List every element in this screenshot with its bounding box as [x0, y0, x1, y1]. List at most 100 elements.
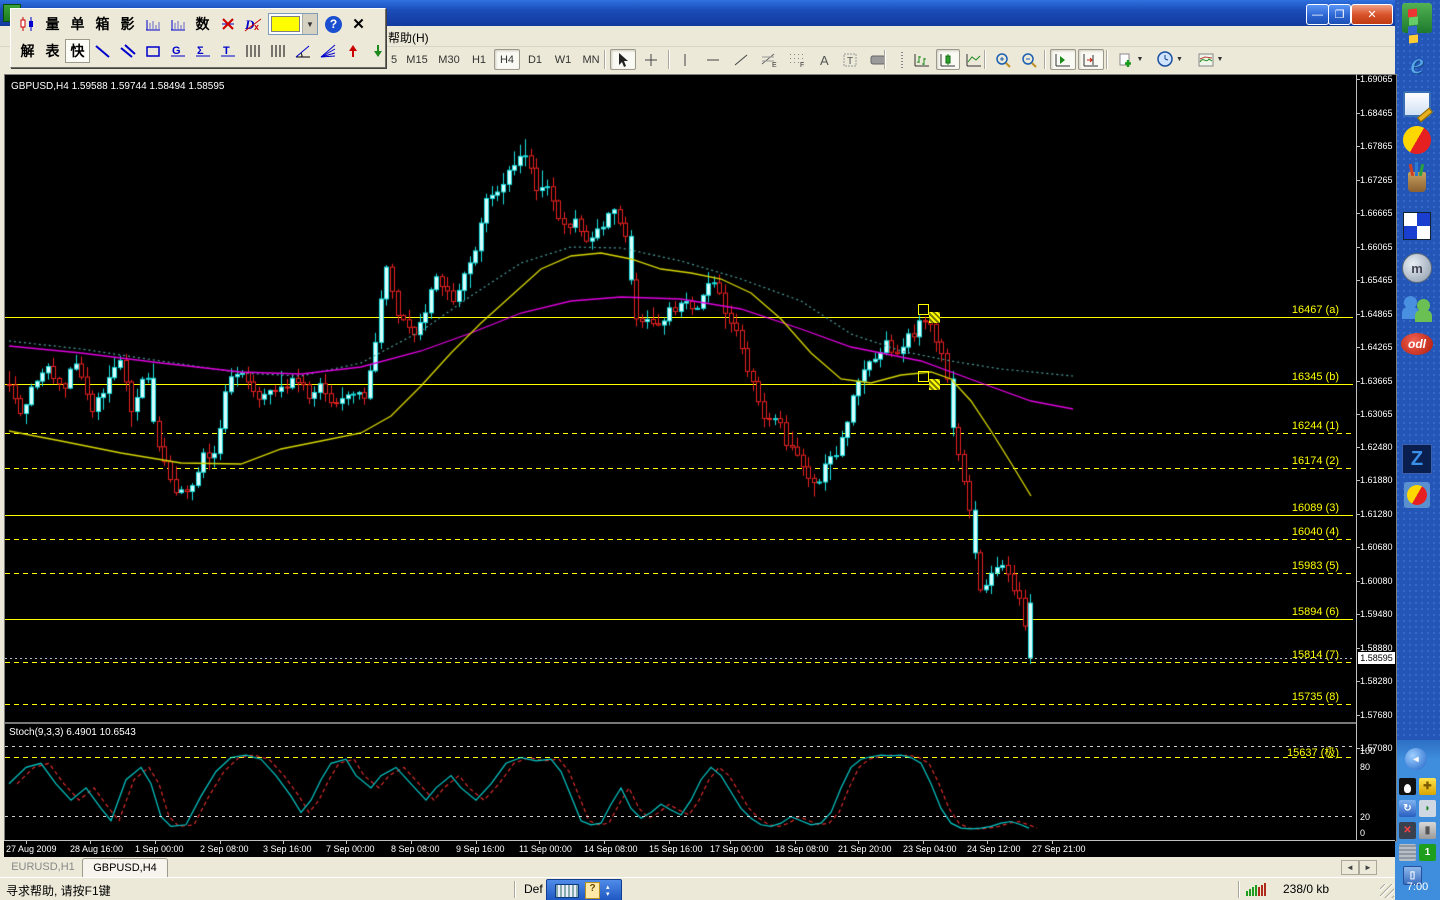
hline-tool[interactable]: [700, 49, 726, 70]
pattern-candles-icon[interactable]: [15, 12, 40, 36]
price-axis[interactable]: 1.69065 1.68465 1.67865 1.67265 1.66665 1.660…: [1356, 74, 1397, 842]
channel-icon[interactable]: [115, 39, 140, 63]
templates-button[interactable]: ▼: [1112, 49, 1148, 70]
timeframe-d1[interactable]: D1: [522, 49, 548, 70]
fib-timezones-icon[interactable]: [240, 39, 265, 63]
line-chart-button[interactable]: [962, 49, 986, 70]
tab-eurusd-h1[interactable]: EURUSD,H1: [6, 858, 80, 876]
green-one-icon[interactable]: 1: [1419, 844, 1436, 861]
rectangle-icon[interactable]: [140, 39, 165, 63]
shield-icon[interactable]: ✚: [1419, 778, 1436, 795]
explain-button[interactable]: 解: [15, 39, 40, 63]
panel-separator[interactable]: [5, 722, 1357, 724]
timeframe-mn[interactable]: MN: [578, 49, 604, 70]
comment-tool[interactable]: [864, 49, 892, 70]
fibonacci-tool[interactable]: E: [756, 49, 782, 70]
chart-canvas-area[interactable]: 16467 (a)16345 (b)16244 (1)16174 (2)1608…: [4, 74, 1357, 842]
up-arrow-icon[interactable]: [340, 39, 365, 63]
odl-icon[interactable]: odl: [1401, 328, 1433, 360]
zoom-out-button[interactable]: [1018, 49, 1042, 70]
order-button[interactable]: 单: [65, 12, 90, 36]
trend-angle-icon[interactable]: [290, 39, 315, 63]
microphone-icon[interactable]: ▮: [1419, 822, 1436, 839]
windows-flag-icon[interactable]: [1401, 2, 1433, 44]
dx-button[interactable]: Dx: [240, 12, 265, 36]
textmark-icon[interactable]: T: [215, 39, 240, 63]
ime-help-icon[interactable]: ?: [585, 882, 600, 899]
ruler-icon[interactable]: [896, 49, 908, 70]
sync-icon[interactable]: ↻: [1399, 800, 1416, 817]
zoom-in-button[interactable]: [992, 49, 1016, 70]
auto-scroll-button[interactable]: [1078, 49, 1104, 70]
gann-icon[interactable]: G: [165, 39, 190, 63]
cursor-tool[interactable]: [610, 49, 636, 70]
tab-gbpusd-h4[interactable]: GBPUSD,H4: [82, 858, 168, 877]
crosshair-tool[interactable]: [638, 49, 664, 70]
combo-dropdown-icon[interactable]: ▼: [302, 14, 317, 34]
ime-expand-icon[interactable]: ▴ ▾: [606, 884, 610, 898]
stoch-scale-label: 80: [1360, 762, 1371, 772]
fib-timezones2-icon[interactable]: [265, 39, 290, 63]
network-disconnected-icon[interactable]: ✕: [1399, 822, 1416, 839]
trendline-icon[interactable]: [90, 39, 115, 63]
timeframe-m15[interactable]: M15: [402, 49, 432, 70]
trendline-tool[interactable]: [728, 49, 754, 70]
number-button[interactable]: 数: [190, 12, 215, 36]
grid-tool[interactable]: F: [784, 49, 810, 70]
histogram2-icon[interactable]: [165, 12, 190, 36]
outlook-icon[interactable]: [1401, 88, 1434, 123]
float-close-button[interactable]: ✕: [346, 12, 371, 36]
price-chart[interactable]: [5, 75, 1357, 841]
timeframe-w1[interactable]: W1: [550, 49, 576, 70]
text-tool[interactable]: A: [812, 49, 836, 70]
periods-button[interactable]: ▼: [1152, 49, 1188, 70]
volume-button[interactable]: 量: [40, 12, 65, 36]
chart-shift-button[interactable]: [1050, 49, 1076, 70]
fast-button[interactable]: 快: [65, 39, 90, 63]
z-app-icon[interactable]: Z: [1401, 443, 1433, 475]
timeframe-m30[interactable]: M30: [434, 49, 464, 70]
shadow-button[interactable]: 影: [115, 12, 140, 36]
selection-handle[interactable]: [929, 312, 940, 323]
checker-icon[interactable]: [1401, 210, 1433, 242]
selection-handle[interactable]: [918, 371, 929, 382]
indicators-button[interactable]: ▼: [1192, 49, 1228, 70]
qq-icon[interactable]: [1399, 778, 1416, 795]
resize-grip[interactable]: [1380, 884, 1394, 898]
swirl2-icon[interactable]: [1401, 479, 1433, 511]
maximize-button[interactable]: ❐: [1328, 4, 1351, 25]
tab-scroll-right-icon[interactable]: ►: [1359, 860, 1377, 875]
ime-toolbar[interactable]: ? ▴ ▾: [546, 879, 622, 900]
gann-fan-icon[interactable]: [315, 39, 340, 63]
bar-chart-button[interactable]: [910, 49, 934, 70]
menu-help[interactable]: 帮助(H): [388, 29, 429, 46]
monitor-signal-icon[interactable]: ◗: [1419, 800, 1436, 817]
elliott-icon[interactable]: Σ: [190, 39, 215, 63]
histogram-icon[interactable]: [140, 12, 165, 36]
swirl-icon[interactable]: [1397, 120, 1437, 160]
tab-scroll-left-icon[interactable]: ◄: [1341, 860, 1359, 875]
selection-handle[interactable]: [918, 304, 929, 315]
time-axis[interactable]: 27 Aug 2009 28 Aug 16:00 1 Sep 00:00 2 Sep …: [4, 840, 1395, 857]
delete-cross-icon[interactable]: [215, 12, 240, 36]
label-tool[interactable]: T: [838, 49, 862, 70]
globe-icon[interactable]: m: [1401, 252, 1433, 284]
selection-handle[interactable]: [929, 379, 940, 390]
tray-collapse-icon[interactable]: ◂: [1405, 748, 1427, 770]
float-help-button[interactable]: ?: [321, 12, 346, 36]
color-combobox[interactable]: ▼: [268, 13, 318, 35]
down-arrow-icon[interactable]: [365, 39, 390, 63]
timeframe-h1[interactable]: H1: [466, 49, 492, 70]
fingerprint-icon[interactable]: [1399, 844, 1416, 861]
ie-icon[interactable]: e: [1401, 47, 1433, 80]
paint-icon[interactable]: [1401, 162, 1433, 198]
keyboard-icon[interactable]: [555, 883, 579, 898]
vline-tool[interactable]: [672, 49, 698, 70]
candle-chart-button[interactable]: [936, 49, 960, 70]
close-button[interactable]: ✕: [1351, 4, 1393, 25]
timeframe-h4[interactable]: H4: [494, 49, 520, 70]
box-button[interactable]: 箱: [90, 12, 115, 36]
table-button[interactable]: 表: [40, 39, 65, 63]
minimize-button[interactable]: —: [1306, 4, 1329, 25]
messenger-icon[interactable]: [1401, 292, 1433, 324]
